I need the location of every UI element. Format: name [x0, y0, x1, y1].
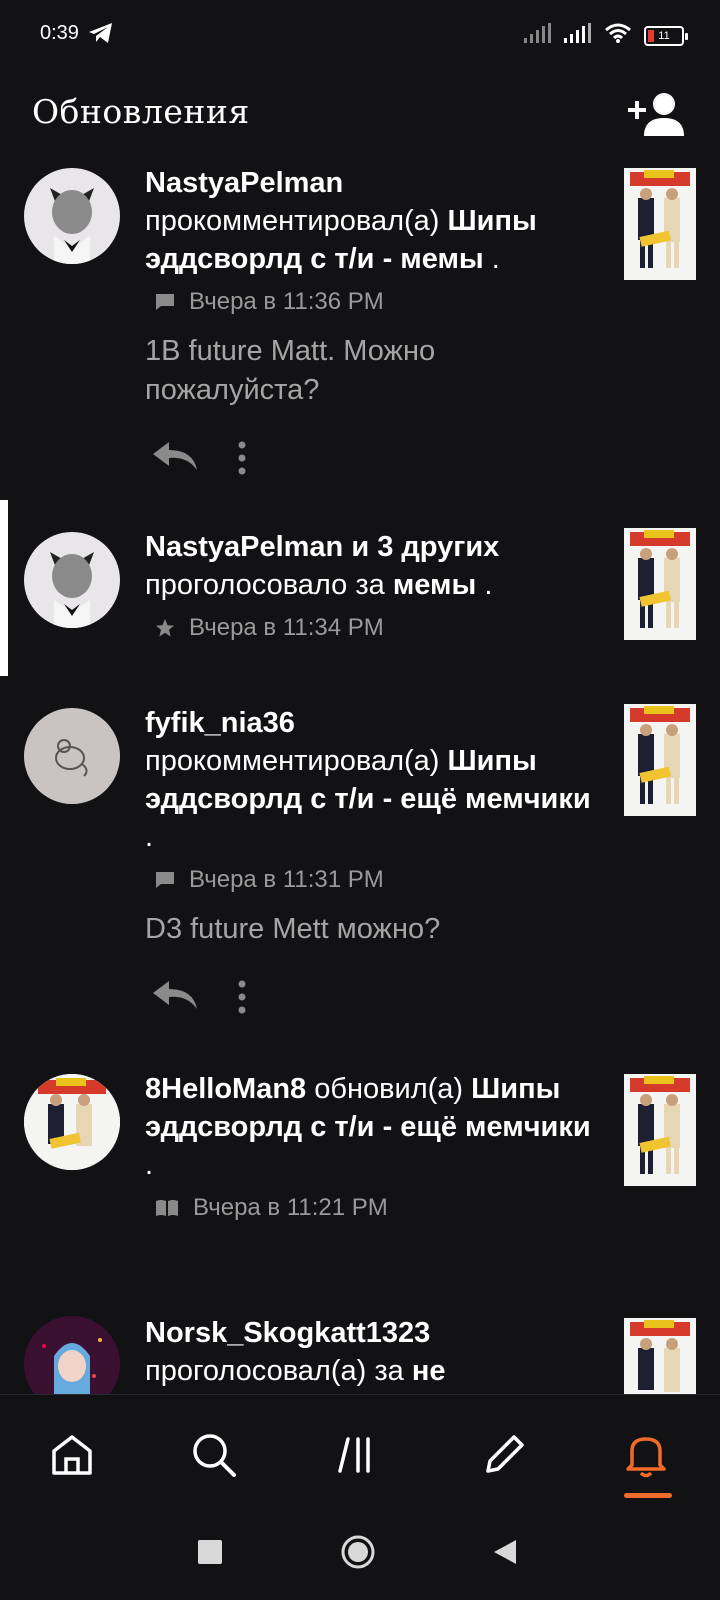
- book-icon: [156, 1200, 178, 1216]
- feed-actions: [145, 979, 605, 1019]
- feed-meta: Вчера в 11:36 PM: [145, 288, 605, 316]
- status-bar: 0:39 11: [0, 0, 720, 72]
- back-button[interactable]: [492, 1538, 518, 1571]
- feed-content: NastyaPelman прокомментировал(а) Шипы эд…: [145, 164, 605, 480]
- more-vertical-icon: [238, 980, 246, 1014]
- feed-content: Norsk_Skogkatt1323 проголосовал(а) за не: [145, 1314, 605, 1390]
- comment-text: D3 future Mett можно?: [145, 913, 441, 945]
- more-vertical-icon: [238, 441, 246, 475]
- search-icon: [193, 1434, 236, 1477]
- feed-headline: fyfik_nia36 прокомментировал(а) Шипы эдд…: [145, 704, 605, 856]
- feed-headline: 8HelloMan8 обновил(а) Шипы эддсворлд с т…: [145, 1070, 605, 1184]
- username-link[interactable]: NastyaPelman и 3 других: [145, 531, 499, 563]
- story-cover-thumbnail[interactable]: [624, 704, 696, 816]
- story-cover-thumbnail[interactable]: [624, 1074, 696, 1186]
- feed-headline: NastyaPelman прокомментировал(а) Шипы эд…: [145, 164, 605, 278]
- square-icon: [198, 1540, 222, 1564]
- add-user-icon: [628, 93, 684, 136]
- reply-button[interactable]: [151, 440, 199, 477]
- telegram-icon: [88, 22, 114, 49]
- home-icon: [52, 1435, 92, 1475]
- feed-meta: Вчера в 11:21 PM: [145, 1194, 605, 1222]
- action-text: обновил(а): [314, 1073, 464, 1105]
- feed-meta: Вчера в 11:31 PM: [145, 866, 605, 894]
- nav-notifications[interactable]: [620, 1429, 672, 1481]
- story-link[interactable]: мемы: [393, 569, 476, 601]
- nav-write[interactable]: [478, 1429, 530, 1481]
- reply-icon: [153, 442, 197, 470]
- back-triangle-icon: [494, 1540, 516, 1564]
- add-user-button[interactable]: [628, 90, 684, 138]
- username-link[interactable]: Norsk_Skogkatt1323: [145, 1317, 430, 1349]
- feed-content: 8HelloMan8 обновил(а) Шипы эддсворлд с т…: [145, 1070, 605, 1222]
- story-link[interactable]: не: [412, 1355, 446, 1387]
- end-punct: .: [145, 821, 154, 853]
- feed-headline: Norsk_Skogkatt1323 проголосовал(а) за не: [145, 1314, 605, 1390]
- more-options-button[interactable]: [237, 440, 247, 481]
- battery-level: 11: [658, 29, 670, 42]
- avatar[interactable]: [24, 168, 120, 264]
- username-link[interactable]: NastyaPelman: [145, 167, 343, 199]
- recents-button[interactable]: [198, 1540, 222, 1569]
- action-text: прокомментировал(а): [145, 745, 440, 777]
- reply-button[interactable]: [151, 979, 199, 1016]
- home-system-button[interactable]: [340, 1534, 376, 1575]
- avatar[interactable]: [24, 1074, 120, 1170]
- end-punct: .: [145, 1149, 154, 1181]
- signal-icon: [564, 23, 592, 48]
- wifi-icon: [604, 22, 632, 49]
- notifications-icon: [626, 1437, 666, 1478]
- comment-icon: [156, 872, 174, 888]
- feed-actions: [145, 440, 605, 480]
- avatar[interactable]: [24, 1316, 120, 1394]
- timestamp: Вчера в 11:34 PM: [189, 614, 384, 641]
- story-cover-thumbnail[interactable]: [624, 1318, 696, 1394]
- username-link[interactable]: 8HelloMan8: [145, 1073, 306, 1105]
- feed-content: fyfik_nia36 прокомментировал(а) Шипы эдд…: [145, 704, 605, 1019]
- star-icon: [156, 619, 174, 637]
- end-punct: .: [484, 569, 493, 601]
- active-tab-indicator: [624, 1493, 672, 1498]
- comment-icon: [156, 294, 174, 310]
- feed-meta: Вчера в 11:34 PM: [145, 614, 605, 642]
- library-icon: [338, 1437, 370, 1473]
- avatar[interactable]: [24, 532, 120, 628]
- circle-icon: [341, 1535, 375, 1569]
- username-link[interactable]: fyfik_nia36: [145, 707, 295, 739]
- signal-icon: [524, 23, 552, 48]
- system-navigation: [0, 1504, 720, 1600]
- bottom-navigation: [0, 1394, 720, 1505]
- timestamp: Вчера в 11:21 PM: [193, 1194, 388, 1221]
- timestamp: Вчера в 11:36 PM: [189, 288, 384, 315]
- reply-icon: [153, 981, 197, 1009]
- feed-headline: NastyaPelman и 3 других проголосовало за…: [145, 528, 605, 604]
- action-text: проголосовал(а) за: [145, 1355, 404, 1387]
- avatar[interactable]: [24, 708, 120, 804]
- battery-icon: 11: [644, 25, 688, 46]
- app-header: Обновления: [0, 72, 720, 164]
- action-text: прокомментировал(а): [145, 205, 440, 237]
- more-options-button[interactable]: [237, 979, 247, 1020]
- action-text: проголосовало за: [145, 569, 385, 601]
- story-cover-thumbnail[interactable]: [624, 168, 696, 280]
- nav-home[interactable]: [46, 1429, 98, 1481]
- page-title: Обновления: [32, 92, 250, 131]
- feed-content: NastyaPelman и 3 других проголосовало за…: [145, 528, 605, 642]
- status-time: 0:39: [40, 22, 79, 44]
- timestamp: Вчера в 11:31 PM: [189, 866, 384, 893]
- nav-library[interactable]: [334, 1429, 386, 1481]
- notifications-feed[interactable]: NastyaPelman прокомментировал(а) Шипы эд…: [0, 164, 720, 1394]
- story-cover-thumbnail[interactable]: [624, 528, 696, 640]
- write-icon: [486, 1435, 524, 1473]
- nav-search[interactable]: [188, 1429, 240, 1481]
- comment-text: 1B future Matt. Можно пожалуйста?: [145, 335, 436, 406]
- end-punct: .: [491, 243, 500, 275]
